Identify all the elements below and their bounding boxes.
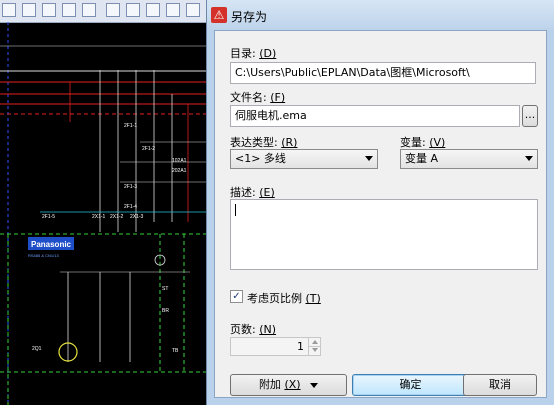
toolbar-icon[interactable] <box>186 3 200 17</box>
pages-label: 页数: (N) <box>230 323 277 336</box>
chevron-up-icon <box>312 340 318 344</box>
dialog-title: 另存为 <box>231 10 268 24</box>
component-label: 2F1-3 <box>124 184 137 190</box>
consider-scale-checkbox[interactable]: ✓ <box>230 290 243 303</box>
save-as-dialog: ⚠ 另存为 目录: (D) C:\Users\Public\EPLAN\Data… <box>206 0 554 405</box>
component-label: ST <box>162 286 168 292</box>
toolbar-icon[interactable] <box>82 3 96 17</box>
toolbar-icon[interactable] <box>62 3 76 17</box>
component-label: BR <box>162 308 169 314</box>
pages-value: 1 <box>297 340 304 353</box>
toolbar-icon[interactable] <box>166 3 180 17</box>
browse-button[interactable]: ... <box>522 105 538 127</box>
toolbar-icon[interactable] <box>106 3 120 17</box>
component-label: 102A1 <box>172 158 187 164</box>
consider-scale-label[interactable]: 考虑页比例 (T) <box>247 290 321 306</box>
component-label: 2F1-4 <box>124 204 137 210</box>
cancel-button[interactable]: 取消 <box>463 374 537 396</box>
cad-toolbar <box>0 0 206 23</box>
component-label: 2F1-2 <box>142 146 155 152</box>
append-button[interactable]: 附加 (X) <box>230 374 347 396</box>
stepper-down-button[interactable] <box>308 346 320 355</box>
toolbar-icon[interactable] <box>126 3 140 17</box>
description-textarea[interactable] <box>230 199 538 270</box>
component-label: 202A1 <box>172 168 187 174</box>
component-label: 2F1-5 <box>42 214 55 220</box>
component-label: 2Q1 <box>32 346 42 352</box>
component-label: 2F1-1 <box>124 123 137 129</box>
pages-stepper[interactable]: 1 <box>230 337 321 356</box>
directory-label: 目录: (D) <box>230 47 277 60</box>
expression-type-label: 表达类型: (R) <box>230 136 298 149</box>
ok-button[interactable]: 确定 <box>352 374 469 396</box>
dialog-body: 目录: (D) C:\Users\Public\EPLAN\Data\图框\Mi… <box>214 30 547 398</box>
filename-label: 文件名: (F) <box>230 91 286 104</box>
component-label: 2X1-3 <box>130 214 144 220</box>
text-caret <box>235 204 236 216</box>
toolbar-icon[interactable] <box>146 3 160 17</box>
schematic-canvas[interactable]: Panasonic 2F1-1 2F1-2 2F1-3 2F1-4 2F1-5 … <box>0 22 206 405</box>
expression-type-select[interactable]: <1> 多线 <box>230 149 378 169</box>
variant-label: 变量: (V) <box>400 136 446 149</box>
filename-input[interactable]: 伺服电机.ema <box>230 105 520 127</box>
cad-application: Panasonic 2F1-1 2F1-2 2F1-3 2F1-4 2F1-5 … <box>0 0 206 405</box>
brand-label: Panasonic <box>31 240 72 249</box>
toolbar-icon[interactable] <box>42 3 56 17</box>
component-label: RS485 & CN1/13 <box>28 253 59 258</box>
chevron-down-icon <box>525 156 533 161</box>
directory-field[interactable]: C:\Users\Public\EPLAN\Data\图框\Microsoft\ <box>230 62 536 84</box>
chevron-down-icon <box>310 382 319 388</box>
warning-icon: ⚠ <box>211 7 227 23</box>
description-label: 描述: (E) <box>230 186 275 199</box>
component-label: TB <box>172 348 179 354</box>
component-label: 2X1-2 <box>110 214 124 220</box>
variant-select[interactable]: 变量 A <box>400 149 538 169</box>
component-label: 2X1-1 <box>92 214 106 220</box>
chevron-down-icon <box>365 156 373 161</box>
toolbar-icon[interactable] <box>22 3 36 17</box>
dialog-titlebar[interactable]: ⚠ 另存为 <box>207 0 554 30</box>
chevron-down-icon <box>312 348 318 352</box>
toolbar-icon[interactable] <box>2 3 16 17</box>
